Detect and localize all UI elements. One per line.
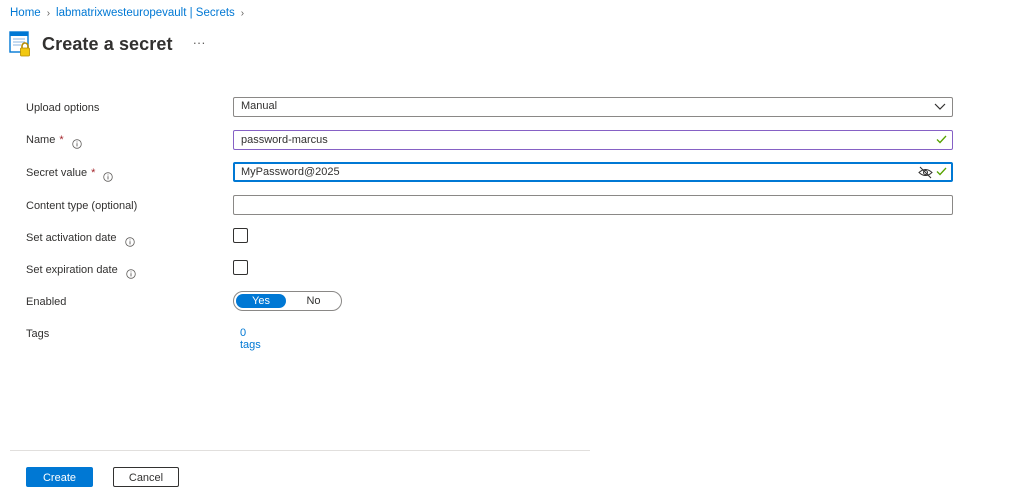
key-vault-secret-icon — [9, 30, 33, 58]
upload-options-label: Upload options — [26, 97, 99, 119]
breadcrumb-secrets-link[interactable]: labmatrixwesteuropevault | Secrets — [56, 7, 235, 19]
info-icon[interactable] — [103, 168, 114, 182]
tags-row: Tags 0 tags — [26, 323, 956, 351]
chevron-down-icon — [934, 102, 946, 114]
tags-label: Tags — [26, 323, 49, 345]
eye-hide-icon[interactable] — [918, 166, 933, 182]
enabled-toggle[interactable]: Yes No — [233, 291, 342, 311]
enabled-label-text: Enabled — [26, 296, 67, 308]
content-type-input[interactable] — [233, 195, 953, 215]
footer-divider — [10, 450, 590, 451]
name-value: password-marcus — [241, 134, 328, 146]
checkmark-icon — [936, 167, 947, 179]
enabled-yes-option[interactable]: Yes — [236, 294, 286, 308]
info-icon[interactable] — [71, 135, 82, 149]
upload-options-label-text: Upload options — [26, 102, 100, 114]
breadcrumb: Home › labmatrixwesteuropevault | Secret… — [10, 5, 250, 21]
expiration-date-checkbox[interactable] — [233, 260, 248, 275]
enabled-no-option[interactable]: No — [291, 292, 336, 310]
activation-date-label-text: Set activation date — [26, 232, 117, 244]
page-title: Create a secret — [42, 33, 173, 54]
info-icon[interactable] — [126, 265, 136, 279]
checkmark-icon — [936, 135, 947, 147]
more-options-button[interactable]: ··· — [193, 35, 206, 50]
activation-date-label: Set activation date — [26, 227, 135, 249]
upload-options-row: Upload options Manual — [26, 97, 956, 119]
secret-value-label-text: Secret value — [26, 167, 88, 179]
cancel-button[interactable]: Cancel — [113, 467, 179, 487]
content-type-row: Content type (optional) — [26, 195, 956, 217]
secret-value-value: MyPassword@2025 — [241, 166, 340, 178]
expiration-date-row: Set expiration date — [26, 259, 956, 281]
name-label: Name * — [26, 129, 82, 151]
chevron-right-icon: › — [46, 7, 51, 19]
required-asterisk: * — [59, 134, 64, 146]
breadcrumb-home-link[interactable]: Home — [10, 7, 41, 19]
upload-options-value: Manual — [241, 100, 278, 112]
secret-value-input[interactable]: MyPassword@2025 — [233, 162, 953, 182]
secret-value-row: Secret value * MyPassword@2025 — [26, 162, 956, 184]
activation-date-checkbox[interactable] — [233, 228, 248, 243]
name-label-text: Name — [26, 134, 56, 146]
content-type-label-text: Content type (optional) — [26, 200, 138, 212]
chevron-right-icon: › — [240, 7, 245, 19]
required-asterisk: * — [91, 167, 96, 179]
secret-value-label: Secret value * — [26, 162, 114, 184]
activation-date-row: Set activation date — [26, 227, 956, 249]
enabled-label: Enabled — [26, 291, 66, 313]
name-input[interactable]: password-marcus — [233, 130, 953, 150]
name-row: Name * password-marcus — [26, 129, 956, 151]
expiration-date-label: Set expiration date — [26, 259, 136, 281]
create-button[interactable]: Create — [26, 467, 93, 487]
info-icon[interactable] — [124, 233, 135, 247]
page-header: Create a secret ··· — [9, 28, 206, 60]
expiration-date-label-text: Set expiration date — [26, 264, 118, 276]
content-type-label: Content type (optional) — [26, 195, 137, 217]
enabled-row: Enabled Yes No — [26, 291, 956, 313]
tags-label-text: Tags — [26, 328, 50, 340]
upload-options-dropdown[interactable]: Manual — [233, 97, 953, 117]
tags-link[interactable]: 0 tags — [240, 327, 261, 351]
